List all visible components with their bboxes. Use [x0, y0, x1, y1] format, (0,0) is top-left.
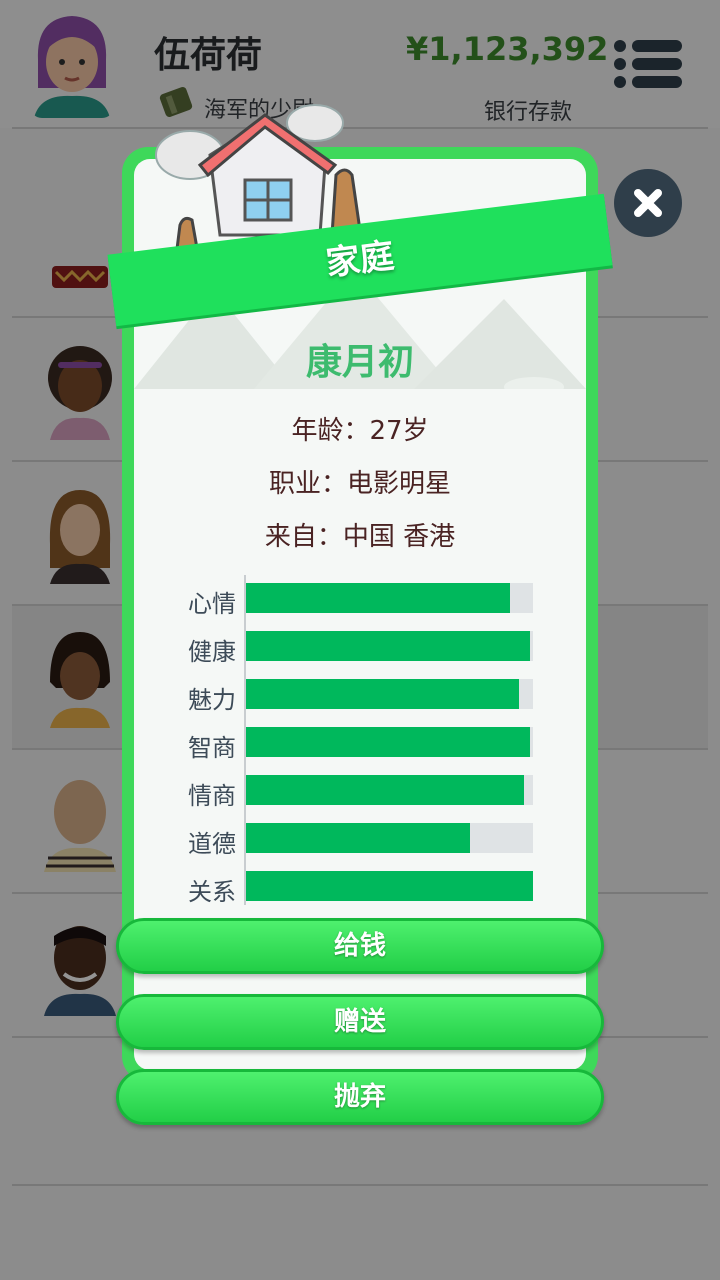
stat-fill — [246, 823, 470, 853]
give-money-label: 给钱 — [333, 931, 386, 961]
stat-label-health: 健康 — [188, 638, 236, 666]
gift-button[interactable]: 赠送 — [116, 994, 604, 1050]
origin-value: 中国 香港 — [342, 522, 456, 552]
stat-fill — [246, 583, 511, 613]
stat-fill — [246, 775, 525, 805]
stat-bar-relation — [246, 871, 533, 901]
close-button[interactable] — [614, 169, 682, 237]
give-money-button[interactable]: 给钱 — [116, 918, 604, 974]
gift-label: 赠送 — [333, 1007, 386, 1037]
age-value: 27岁 — [369, 416, 429, 446]
stat-label-eq: 情商 — [188, 782, 236, 810]
stat-fill — [246, 871, 533, 901]
member-name: 康月初 — [305, 342, 414, 383]
member-origin: 来自：中国 香港 — [134, 516, 586, 553]
abandon-button[interactable]: 抛弃 — [116, 1069, 604, 1125]
stat-label-morality: 道德 — [188, 830, 236, 858]
origin-label: 来自： — [264, 522, 343, 552]
stat-label-relation: 关系 — [188, 878, 236, 906]
stat-bar-health — [246, 631, 533, 661]
job-label: 职业： — [268, 469, 347, 499]
stat-bar-charm — [246, 679, 533, 709]
stat-fill — [246, 679, 519, 709]
job-value: 电影明星 — [347, 469, 452, 499]
stat-bar-iq — [246, 727, 533, 757]
member-job: 职业：电影明星 — [134, 463, 586, 500]
abandon-label: 抛弃 — [333, 1082, 386, 1112]
stat-bar-morality — [246, 823, 533, 853]
close-icon — [634, 189, 662, 217]
member-age: 年龄：27岁 — [134, 410, 586, 447]
stat-bar-mood — [246, 583, 533, 613]
age-label: 年龄： — [291, 416, 370, 446]
stat-fill — [246, 631, 531, 661]
stat-fill — [246, 727, 531, 757]
stat-bar-eq — [246, 775, 533, 805]
stat-label-iq: 智商 — [188, 734, 236, 762]
stat-label-mood: 心情 — [188, 590, 236, 618]
stat-label-charm: 魅力 — [188, 686, 236, 714]
